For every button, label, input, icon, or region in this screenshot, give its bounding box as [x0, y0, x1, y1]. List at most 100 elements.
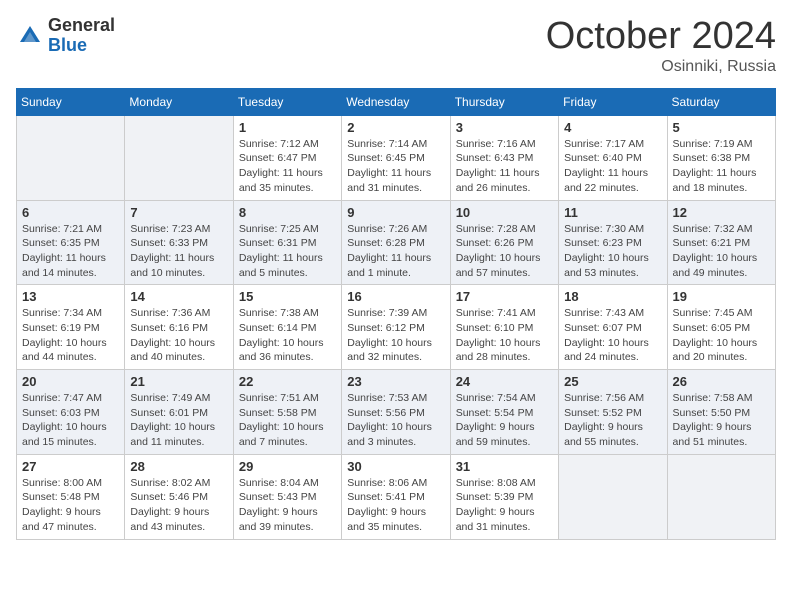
- day-info: Sunrise: 7:16 AM Sunset: 6:43 PM Dayligh…: [456, 137, 553, 196]
- logo-blue-label: Blue: [48, 36, 115, 56]
- day-header-saturday: Saturday: [667, 88, 775, 115]
- calendar-week-row: 13Sunrise: 7:34 AM Sunset: 6:19 PM Dayli…: [17, 285, 776, 370]
- day-info: Sunrise: 7:12 AM Sunset: 6:47 PM Dayligh…: [239, 137, 336, 196]
- day-header-thursday: Thursday: [450, 88, 558, 115]
- day-number: 3: [456, 120, 553, 135]
- day-info: Sunrise: 8:08 AM Sunset: 5:39 PM Dayligh…: [456, 476, 553, 535]
- day-info: Sunrise: 7:49 AM Sunset: 6:01 PM Dayligh…: [130, 391, 227, 450]
- day-info: Sunrise: 7:41 AM Sunset: 6:10 PM Dayligh…: [456, 306, 553, 365]
- logo-icon: [16, 22, 44, 50]
- calendar-cell: 11 Sunrise: 7:30 AM Sunset: 6:23 PM Dayli…: [559, 200, 667, 285]
- logo-text: General Blue: [48, 16, 115, 56]
- day-header-friday: Friday: [559, 88, 667, 115]
- calendar-cell: 23 Sunrise: 7:53 AM Sunset: 5:56 PM Dayli…: [342, 370, 450, 455]
- calendar-cell: 13Sunrise: 7:34 AM Sunset: 6:19 PM Dayli…: [17, 285, 125, 370]
- calendar-week-row: 1 Sunrise: 7:12 AM Sunset: 6:47 PM Daylig…: [17, 115, 776, 200]
- calendar-cell: 3 Sunrise: 7:16 AM Sunset: 6:43 PM Daylig…: [450, 115, 558, 200]
- calendar-cell: 16Sunrise: 7:39 AM Sunset: 6:12 PM Dayli…: [342, 285, 450, 370]
- calendar-cell: 14 Sunrise: 7:36 AM Sunset: 6:16 PM Dayli…: [125, 285, 233, 370]
- day-number: 16: [347, 289, 444, 304]
- calendar-cell: [559, 454, 667, 539]
- day-info: Sunrise: 7:58 AM Sunset: 5:50 PM Dayligh…: [673, 391, 770, 450]
- day-info: Sunrise: 8:02 AM Sunset: 5:46 PM Dayligh…: [130, 476, 227, 535]
- calendar-cell: 31 Sunrise: 8:08 AM Sunset: 5:39 PM Dayli…: [450, 454, 558, 539]
- day-number: 12: [673, 205, 770, 220]
- day-number: 11: [564, 205, 661, 220]
- day-info: Sunrise: 7:21 AM Sunset: 6:35 PM Dayligh…: [22, 222, 119, 281]
- day-info: Sunrise: 8:06 AM Sunset: 5:41 PM Dayligh…: [347, 476, 444, 535]
- calendar-cell: [667, 454, 775, 539]
- day-number: 1: [239, 120, 336, 135]
- calendar-cell: 20 Sunrise: 7:47 AM Sunset: 6:03 PM Dayli…: [17, 370, 125, 455]
- location-label: Osinniki, Russia: [546, 58, 776, 76]
- day-info: Sunrise: 7:30 AM Sunset: 6:23 PM Dayligh…: [564, 222, 661, 281]
- day-info: Sunrise: 7:36 AM Sunset: 6:16 PM Dayligh…: [130, 306, 227, 365]
- day-header-monday: Monday: [125, 88, 233, 115]
- day-number: 6: [22, 205, 119, 220]
- calendar-cell: 21Sunrise: 7:49 AM Sunset: 6:01 PM Dayli…: [125, 370, 233, 455]
- calendar-week-row: 20 Sunrise: 7:47 AM Sunset: 6:03 PM Dayli…: [17, 370, 776, 455]
- calendar-cell: 9 Sunrise: 7:26 AM Sunset: 6:28 PM Daylig…: [342, 200, 450, 285]
- day-info: Sunrise: 7:56 AM Sunset: 5:52 PM Dayligh…: [564, 391, 661, 450]
- calendar-cell: 7 Sunrise: 7:23 AM Sunset: 6:33 PM Daylig…: [125, 200, 233, 285]
- calendar-header-row: SundayMondayTuesdayWednesdayThursdayFrid…: [17, 88, 776, 115]
- calendar-cell: 15Sunrise: 7:38 AM Sunset: 6:14 PM Dayli…: [233, 285, 341, 370]
- calendar-table: SundayMondayTuesdayWednesdayThursdayFrid…: [16, 88, 776, 540]
- day-info: Sunrise: 7:28 AM Sunset: 6:26 PM Dayligh…: [456, 222, 553, 281]
- day-info: Sunrise: 7:14 AM Sunset: 6:45 PM Dayligh…: [347, 137, 444, 196]
- calendar-cell: 24 Sunrise: 7:54 AM Sunset: 5:54 PM Dayli…: [450, 370, 558, 455]
- day-number: 23: [347, 374, 444, 389]
- day-info: Sunrise: 7:32 AM Sunset: 6:21 PM Dayligh…: [673, 222, 770, 281]
- day-number: 22: [239, 374, 336, 389]
- day-info: Sunrise: 7:53 AM Sunset: 5:56 PM Dayligh…: [347, 391, 444, 450]
- day-header-tuesday: Tuesday: [233, 88, 341, 115]
- day-number: 9: [347, 205, 444, 220]
- day-number: 28: [130, 459, 227, 474]
- logo: General Blue: [16, 16, 115, 56]
- day-info: Sunrise: 7:45 AM Sunset: 6:05 PM Dayligh…: [673, 306, 770, 365]
- calendar-cell: 25Sunrise: 7:56 AM Sunset: 5:52 PM Dayli…: [559, 370, 667, 455]
- day-number: 27: [22, 459, 119, 474]
- day-number: 15: [239, 289, 336, 304]
- day-info: Sunrise: 7:19 AM Sunset: 6:38 PM Dayligh…: [673, 137, 770, 196]
- calendar-cell: 30 Sunrise: 8:06 AM Sunset: 5:41 PM Dayli…: [342, 454, 450, 539]
- day-number: 20: [22, 374, 119, 389]
- calendar-cell: 29 Sunrise: 8:04 AM Sunset: 5:43 PM Dayli…: [233, 454, 341, 539]
- day-info: Sunrise: 7:43 AM Sunset: 6:07 PM Dayligh…: [564, 306, 661, 365]
- day-number: 29: [239, 459, 336, 474]
- calendar-cell: [125, 115, 233, 200]
- day-number: 17: [456, 289, 553, 304]
- day-number: 5: [673, 120, 770, 135]
- title-block: October 2024 Osinniki, Russia: [546, 16, 776, 76]
- day-info: Sunrise: 7:26 AM Sunset: 6:28 PM Dayligh…: [347, 222, 444, 281]
- calendar-cell: 26 Sunrise: 7:58 AM Sunset: 5:50 PM Dayli…: [667, 370, 775, 455]
- calendar-cell: 10 Sunrise: 7:28 AM Sunset: 6:26 PM Dayli…: [450, 200, 558, 285]
- day-number: 7: [130, 205, 227, 220]
- day-info: Sunrise: 7:23 AM Sunset: 6:33 PM Dayligh…: [130, 222, 227, 281]
- day-info: Sunrise: 7:17 AM Sunset: 6:40 PM Dayligh…: [564, 137, 661, 196]
- day-number: 2: [347, 120, 444, 135]
- day-info: Sunrise: 8:00 AM Sunset: 5:48 PM Dayligh…: [22, 476, 119, 535]
- day-number: 8: [239, 205, 336, 220]
- calendar-cell: 17 Sunrise: 7:41 AM Sunset: 6:10 PM Dayli…: [450, 285, 558, 370]
- day-number: 10: [456, 205, 553, 220]
- calendar-cell: 28 Sunrise: 8:02 AM Sunset: 5:46 PM Dayli…: [125, 454, 233, 539]
- calendar-cell: [17, 115, 125, 200]
- calendar-cell: 18Sunrise: 7:43 AM Sunset: 6:07 PM Dayli…: [559, 285, 667, 370]
- day-number: 26: [673, 374, 770, 389]
- day-number: 4: [564, 120, 661, 135]
- day-number: 31: [456, 459, 553, 474]
- page-header: General Blue October 2024 Osinniki, Russ…: [16, 16, 776, 76]
- day-info: Sunrise: 7:34 AM Sunset: 6:19 PM Dayligh…: [22, 306, 119, 365]
- day-info: Sunrise: 7:54 AM Sunset: 5:54 PM Dayligh…: [456, 391, 553, 450]
- day-info: Sunrise: 8:04 AM Sunset: 5:43 PM Dayligh…: [239, 476, 336, 535]
- calendar-cell: 19 Sunrise: 7:45 AM Sunset: 6:05 PM Dayli…: [667, 285, 775, 370]
- day-info: Sunrise: 7:47 AM Sunset: 6:03 PM Dayligh…: [22, 391, 119, 450]
- day-info: Sunrise: 7:51 AM Sunset: 5:58 PM Dayligh…: [239, 391, 336, 450]
- calendar-cell: 1 Sunrise: 7:12 AM Sunset: 6:47 PM Daylig…: [233, 115, 341, 200]
- calendar-cell: 22 Sunrise: 7:51 AM Sunset: 5:58 PM Dayli…: [233, 370, 341, 455]
- day-number: 14: [130, 289, 227, 304]
- day-number: 19: [673, 289, 770, 304]
- day-number: 24: [456, 374, 553, 389]
- day-number: 30: [347, 459, 444, 474]
